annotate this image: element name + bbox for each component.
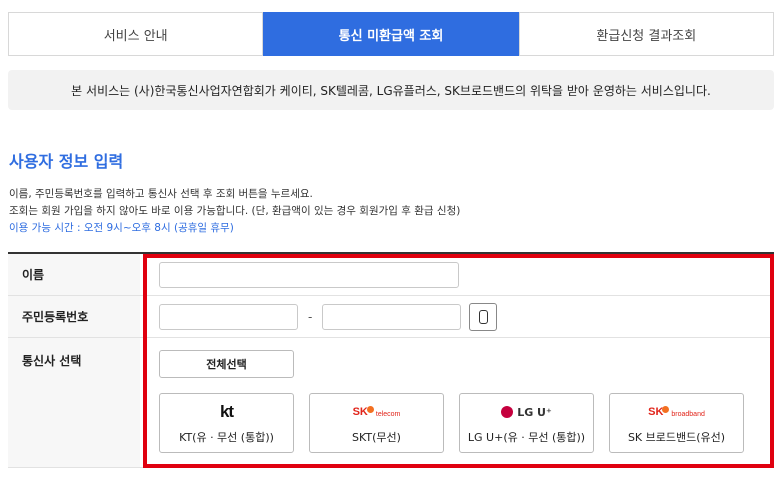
mobile-keypad-icon [478,309,488,324]
rrn-separator: - [308,309,313,324]
section-title: 사용자 정보 입력 [9,152,124,171]
carrier-label-skt: SKT(무선) [352,431,401,444]
select-all-button[interactable]: 전체선택 [159,350,294,378]
service-notice: 본 서비스는 (사)한국통신사업자연합회가 케이티, SK텔레콤, LG유플러스… [8,70,774,110]
name-input[interactable] [159,261,459,288]
carrier-label: 통신사 선택 [8,338,140,467]
instruction-line-2: 조회는 회원 가입을 하지 않아도 바로 이용 가능합니다. (단, 환급액이 … [9,205,461,217]
skb-logo-text: SK [648,406,664,418]
carrier-label-kt: KT(유 · 무선 (통합)) [179,431,274,444]
kt-logo-icon: kt [219,401,234,423]
sk-broadband-logo-icon: SK broadband [648,401,705,423]
name-label: 이름 [8,254,140,295]
user-info-form: 이름 주민등록번호 - 통신사 선택 전체선택 kt KT(유 · 무선 (통합… [8,252,774,468]
form-row-carrier: 통신사 선택 전체선택 kt KT(유 · 무선 (통합)) SK teleco… [8,338,774,468]
instruction-line-1: 이름, 주민등록번호를 입력하고 통신사 선택 후 조회 버튼을 누르세요. [9,188,313,200]
carrier-option-lguplus[interactable]: LG U⁺ LG U+(유 · 무선 (통합)) [459,393,594,453]
carrier-label-skb: SK 브로드밴드(유선) [627,431,726,444]
form-row-name: 이름 [8,254,774,296]
carrier-label-lguplus: LG U+(유 · 무선 (통합)) [467,431,586,444]
carrier-options: kt KT(유 · 무선 (통합)) SK telecom SKT(무선) LG… [159,393,759,453]
form-row-rrn: 주민등록번호 - [8,296,774,338]
secure-keypad-button[interactable] [469,302,498,331]
lg-face-icon [501,406,514,418]
instructions: 이름, 주민등록번호를 입력하고 통신사 선택 후 조회 버튼을 누르세요. 조… [9,186,460,237]
sk-logo-sub: telecom [375,410,401,418]
kt-logo-text: kt [219,402,234,421]
lg-logo-text: LG U⁺ [517,405,552,419]
carrier-option-kt[interactable]: kt KT(유 · 무선 (통합)) [159,393,294,453]
skb-happiness-mark-icon [662,405,670,413]
rrn-front-input[interactable] [159,303,298,330]
carrier-option-skb[interactable]: SK broadband SK 브로드밴드(유선) [609,393,744,453]
tab-refund-result-lookup[interactable]: 환급신청 결과조회 [518,12,774,56]
sk-telecom-logo-icon: SK telecom [352,401,401,423]
service-hours: 이용 가능 시간 : 오전 9시~오후 8시 (공휴일 휴무) [9,222,234,234]
tab-bar: 서비스 안내 통신 미환급액 조회 환급신청 결과조회 [8,12,774,56]
rrn-back-input[interactable] [322,303,462,330]
lg-uplus-logo-icon: LG U⁺ [501,401,552,423]
carrier-option-skt[interactable]: SK telecom SKT(무선) [309,393,444,453]
rrn-label: 주민등록번호 [8,296,140,337]
tab-unrefunded-lookup[interactable]: 통신 미환급액 조회 [263,12,519,56]
skb-logo-sub: broadband [671,410,705,418]
sk-happiness-mark-icon [366,405,374,413]
sk-logo-text: SK [352,406,368,418]
tab-service-guide[interactable]: 서비스 안내 [8,12,264,56]
